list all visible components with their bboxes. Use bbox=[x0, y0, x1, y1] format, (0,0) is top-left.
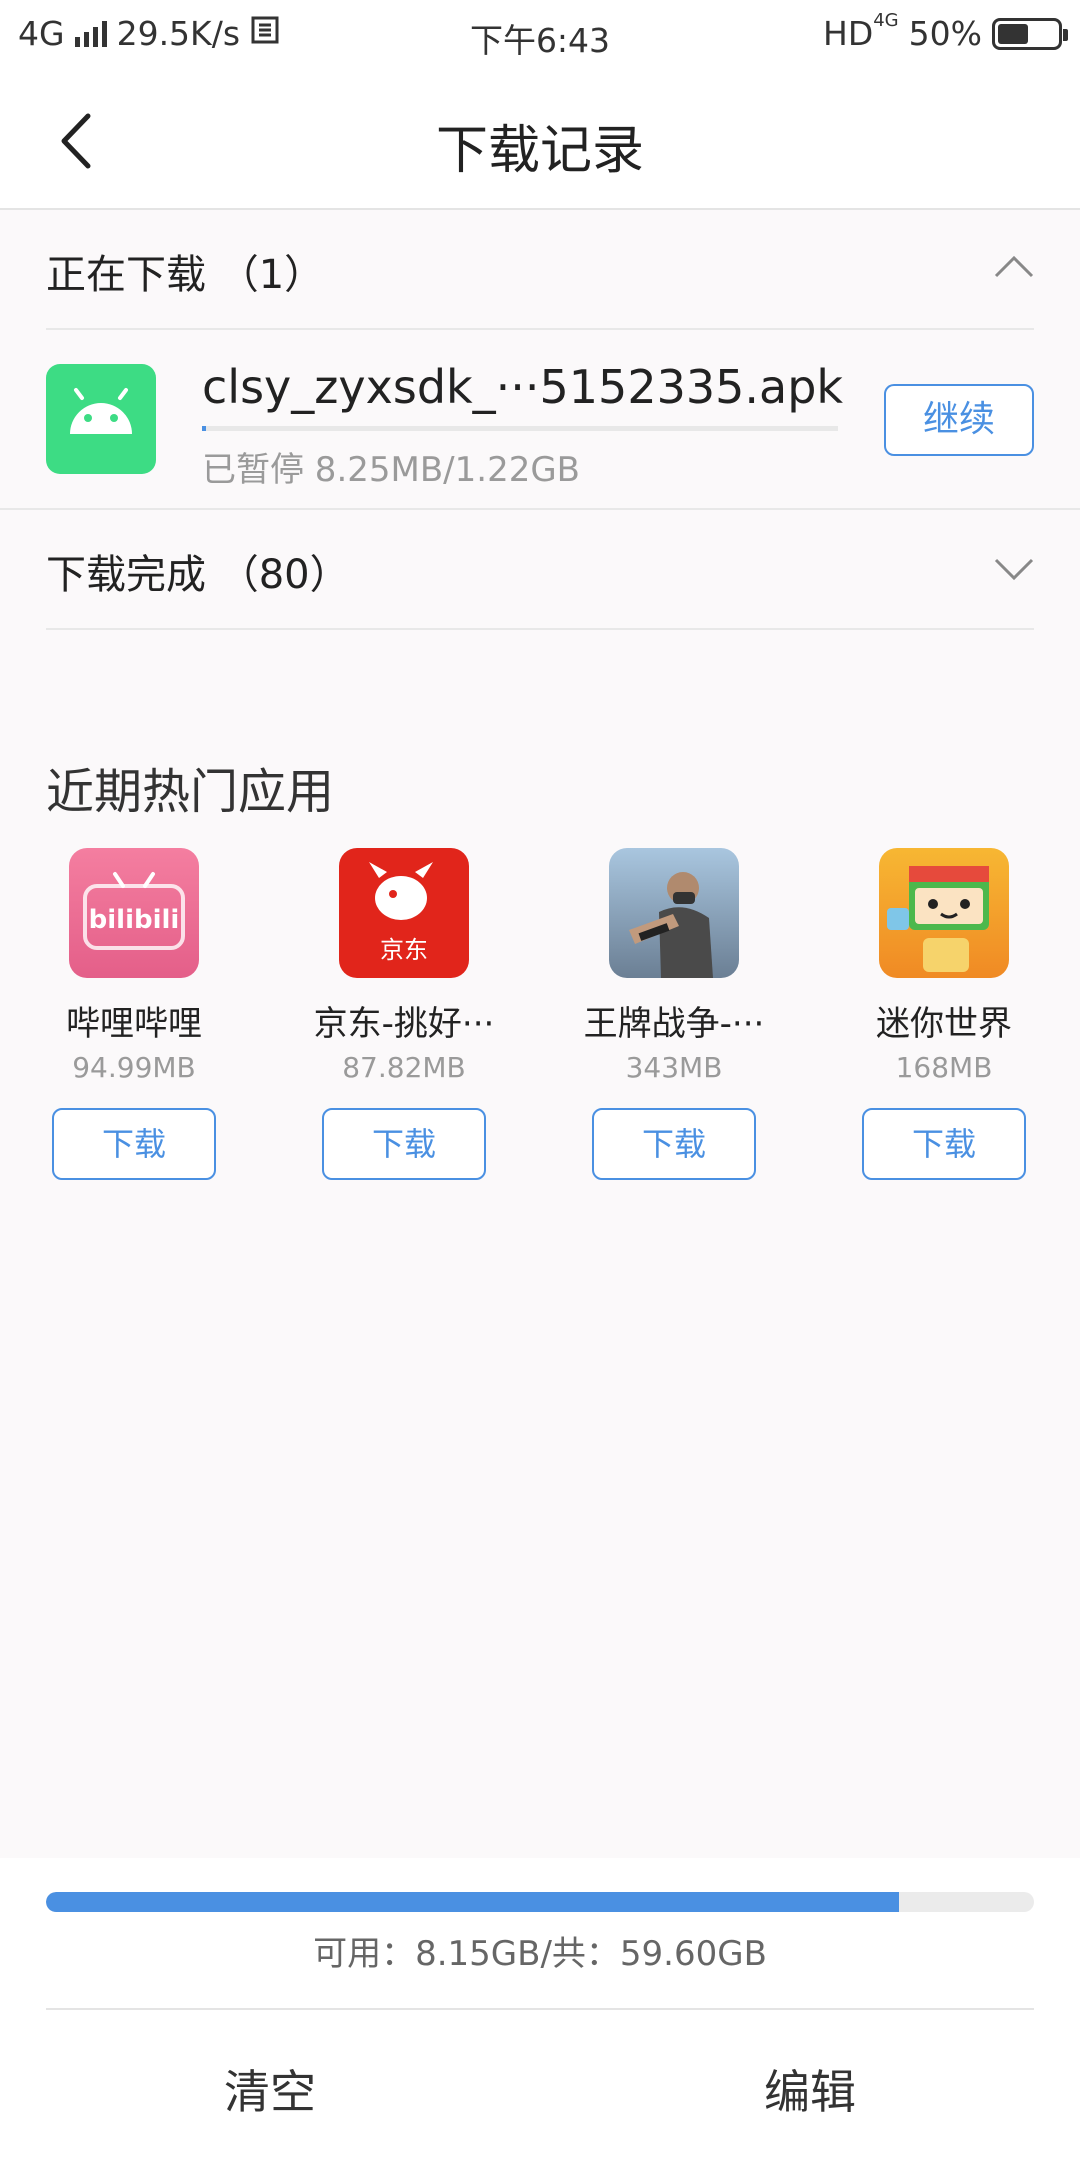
battery-icon bbox=[992, 17, 1068, 50]
jd-icon: 京东 bbox=[339, 848, 469, 978]
download-button[interactable]: 下载 bbox=[592, 1108, 756, 1180]
download-status: 已暂停 8.25MB/1.22GB bbox=[202, 450, 581, 490]
app-header: 下载记录 bbox=[0, 72, 1080, 210]
game-soldier-icon bbox=[609, 848, 739, 978]
hd-label: HD4G bbox=[823, 10, 899, 54]
download-button[interactable]: 下载 bbox=[322, 1108, 486, 1180]
chevron-up-icon bbox=[994, 255, 1034, 278]
hot-app-item[interactable]: 京东 京东-挑好··· 87.82MB 下载 bbox=[304, 848, 504, 1180]
edit-button[interactable]: 编辑 bbox=[764, 2056, 856, 2122]
resume-button[interactable]: 继续 bbox=[884, 384, 1034, 456]
download-file-name: clsy_zyxsdk_···5152335.apk bbox=[202, 360, 844, 414]
bilibili-icon: bilibili bbox=[69, 848, 199, 978]
android-icon bbox=[46, 364, 156, 474]
download-item[interactable]: clsy_zyxsdk_···5152335.apk 已暂停 8.25MB/1.… bbox=[0, 330, 1080, 510]
divider bbox=[46, 2008, 1034, 2010]
bottom-panel: 可用：8.15GB/共：59.60GB 清空 编辑 bbox=[0, 1858, 1080, 2160]
hot-app-name: 哔哩哔哩 bbox=[66, 1004, 202, 1044]
download-button[interactable]: 下载 bbox=[862, 1108, 1026, 1180]
hot-app-name: 迷你世界 bbox=[876, 1004, 1012, 1044]
downloading-label: 正在下载 （1） bbox=[46, 252, 325, 298]
bilibili-logo-text: bilibili bbox=[89, 905, 180, 935]
storage-bar bbox=[46, 1892, 1034, 1912]
hot-apps-title: 近期热门应用 bbox=[46, 764, 335, 820]
hot-app-size: 343MB bbox=[625, 1051, 723, 1084]
hot-app-item[interactable]: 王牌战争-··· 343MB 下载 bbox=[574, 848, 774, 1180]
status-bar: 4G 29.5K/s 下午6:43 HD4G 50% bbox=[0, 0, 1080, 72]
completed-label: 下载完成 （80） bbox=[46, 552, 350, 598]
storage-text: 可用：8.15GB/共：59.60GB bbox=[313, 1934, 767, 1974]
storage-used-fill bbox=[46, 1892, 899, 1912]
hot-app-size: 87.82MB bbox=[342, 1051, 466, 1084]
page-title: 下载记录 bbox=[435, 121, 644, 181]
battery-percent: 50% bbox=[908, 14, 982, 53]
hot-app-size: 168MB bbox=[895, 1051, 993, 1084]
hot-app-name: 京东-挑好··· bbox=[313, 1004, 495, 1044]
hd-network: 4G bbox=[873, 10, 899, 31]
hot-app-item[interactable]: 迷你世界 168MB 下载 bbox=[844, 848, 1044, 1180]
hot-app-item[interactable]: bilibili 哔哩哔哩 94.99MB 下载 bbox=[34, 848, 234, 1180]
clear-button[interactable]: 清空 bbox=[224, 2056, 316, 2122]
download-progress-bar bbox=[202, 426, 838, 431]
chevron-down-icon bbox=[994, 558, 1034, 581]
download-button[interactable]: 下载 bbox=[52, 1108, 216, 1180]
mini-world-icon bbox=[879, 848, 1009, 978]
jd-logo-text: 京东 bbox=[380, 936, 428, 964]
hot-app-name: 王牌战争-··· bbox=[583, 1004, 765, 1044]
hot-app-size: 94.99MB bbox=[72, 1051, 196, 1084]
downloading-section-header[interactable]: 正在下载 （1） bbox=[46, 210, 1034, 330]
completed-section-header[interactable]: 下载完成 （80） bbox=[46, 510, 1034, 630]
